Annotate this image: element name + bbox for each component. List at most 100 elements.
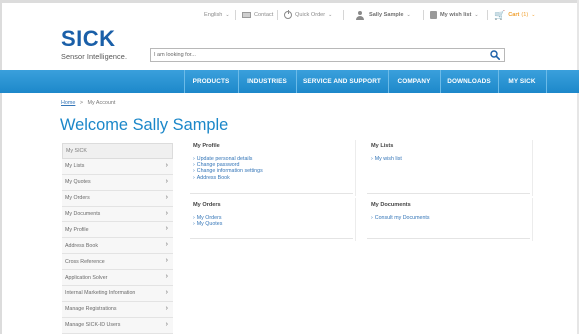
chevron-down-icon: ⌄	[406, 12, 411, 18]
search-input[interactable]	[154, 49, 474, 61]
browser-frame-top	[0, 0, 579, 3]
page-title: Welcome Sally Sample	[60, 116, 229, 134]
sidebar-item-my-documents[interactable]: My Documents ›	[62, 206, 173, 223]
arrow-right-icon: ›	[193, 168, 195, 175]
sidebar-item-manage-registrations[interactable]: Manage Registrations ›	[62, 301, 173, 318]
sidebar-item-address-book[interactable]: Address Book ›	[62, 238, 173, 255]
sidebar-item-my-lists[interactable]: My Lists ›	[62, 158, 173, 175]
chevron-right-icon: ›	[165, 241, 168, 249]
chevron-right-icon: ›	[165, 193, 168, 201]
browser-frame-left	[0, 0, 2, 334]
chevron-down-icon: ⌄	[474, 12, 479, 18]
chevron-right-icon: ›	[165, 225, 168, 233]
chevron-right-icon: ›	[165, 289, 168, 297]
nav-item-service-and-support[interactable]: SERVICE AND SUPPORT	[296, 70, 388, 93]
chevron-right-icon: ›	[165, 320, 168, 328]
cart-menu[interactable]: 🛒 Cart (1) ⌄	[494, 9, 535, 21]
sidebar-item-cross-reference[interactable]: Cross Reference ›	[62, 254, 173, 271]
divider	[190, 238, 353, 239]
sidebar-item-label: Manage Registrations	[65, 306, 117, 313]
chevron-right-icon: ›	[165, 209, 168, 217]
chevron-down-icon: ⌄	[225, 12, 230, 18]
sidebar-item-my-orders[interactable]: My Orders ›	[62, 190, 173, 207]
account-sidebar: My SICK My Lists › My Quotes › My Orders…	[62, 143, 173, 334]
divider	[277, 10, 278, 20]
chevron-right-icon: ›	[165, 304, 168, 312]
my-profile-panel: My Profile › Update personal details › Cha…	[193, 143, 263, 181]
chevron-down-icon: ⌄	[328, 12, 333, 18]
sidebar-item-label: My Profile	[65, 226, 89, 233]
divider	[235, 10, 236, 20]
arrow-right-icon: ›	[371, 156, 373, 162]
nav-item-company[interactable]: COMPANY	[388, 70, 440, 93]
wish-list-menu[interactable]: My wish list ⌄	[430, 9, 479, 21]
sidebar-header-label: My SICK	[66, 147, 87, 154]
sidebar-item-application-solver[interactable]: Application Solver ›	[62, 270, 173, 287]
my-wish-list-link[interactable]: › My wish list	[371, 156, 402, 162]
user-icon	[356, 10, 364, 20]
divider	[190, 193, 353, 194]
panel-title: My Orders	[193, 202, 221, 208]
sidebar-item-label: Internal Marketing Information	[65, 290, 136, 297]
divider	[532, 198, 533, 241]
language-selector[interactable]: English ⌄	[204, 9, 230, 21]
divider	[487, 10, 488, 20]
sick-logo[interactable]: SICK Sensor Intelligence.	[61, 26, 128, 62]
chevron-right-icon: ›	[165, 257, 168, 265]
nav-item-products[interactable]: PRODUCTS	[184, 70, 238, 93]
nav-divider	[546, 70, 547, 93]
sidebar-item-label: Address Book	[65, 242, 98, 249]
contact-link[interactable]: Contact	[242, 9, 273, 21]
link-label: My Quotes	[196, 221, 223, 228]
quick-order-label: Quick Order	[295, 12, 326, 18]
panel-title: My Lists	[371, 143, 394, 149]
arrow-right-icon: ›	[371, 215, 373, 221]
chevron-down-icon: ⌄	[531, 12, 536, 18]
nav-item-my-sick[interactable]: MY SICK	[498, 70, 546, 93]
language-label: English	[204, 12, 223, 18]
my-quotes-link[interactable]: › My Quotes	[193, 221, 222, 227]
breadcrumb-home-link[interactable]: Home	[61, 100, 75, 106]
quick-order-menu[interactable]: Quick Order ⌄	[284, 9, 332, 21]
search-box	[150, 48, 505, 62]
sidebar-header[interactable]: My SICK	[62, 143, 173, 159]
sidebar-item-label: My Lists	[65, 163, 85, 170]
power-icon	[284, 10, 292, 19]
search-icon[interactable]	[490, 50, 500, 60]
divider	[355, 140, 356, 196]
divider	[367, 238, 530, 239]
nav-item-downloads[interactable]: DOWNLOADS	[440, 70, 498, 93]
link-label: My Orders	[196, 215, 222, 221]
sidebar-item-internal-marketing-information[interactable]: Internal Marketing Information ›	[62, 286, 173, 302]
cart-count: (1)	[521, 12, 529, 18]
sidebar-item-label: My Quotes	[65, 179, 91, 186]
sidebar-item-manage-sick-id-users[interactable]: Manage SICK-ID Users ›	[62, 317, 173, 334]
main-navigation: PRODUCTS INDUSTRIES SERVICE AND SUPPORT …	[0, 70, 579, 93]
list-icon	[430, 11, 437, 19]
my-lists-panel: My Lists › My wish list	[371, 143, 402, 162]
nav-item-industries[interactable]: INDUSTRIES	[238, 70, 296, 93]
user-menu[interactable]: Sally Sample ⌄	[356, 9, 411, 21]
user-name: Sally Sample	[369, 12, 404, 18]
logo-tagline: Sensor Intelligence.	[61, 52, 128, 61]
sidebar-item-label: Manage SICK-ID Users	[65, 322, 121, 329]
sidebar-item-my-profile[interactable]: My Profile ›	[62, 222, 173, 239]
panel-title: My Documents	[371, 202, 411, 208]
arrow-right-icon: ›	[193, 221, 195, 228]
link-label: Change password	[196, 162, 240, 169]
divider	[343, 10, 344, 20]
divider	[367, 193, 530, 194]
chevron-right-icon: ›	[165, 177, 168, 185]
address-book-link[interactable]: › Address Book	[193, 175, 263, 181]
consult-my-documents-link[interactable]: › Consult my Documents	[371, 215, 430, 221]
divider	[355, 198, 356, 241]
sidebar-item-my-quotes[interactable]: My Quotes ›	[62, 174, 173, 191]
my-orders-panel: My Orders › My Orders › My Quotes	[193, 202, 222, 227]
logo-brand: SICK	[61, 26, 116, 51]
link-label: Update personal details	[196, 156, 253, 162]
cart-icon: 🛒	[494, 9, 506, 20]
cart-label: Cart	[508, 12, 520, 18]
sidebar-item-label: Application Solver	[65, 274, 108, 281]
arrow-right-icon: ›	[193, 174, 195, 181]
panel-title: My Profile	[193, 143, 220, 149]
